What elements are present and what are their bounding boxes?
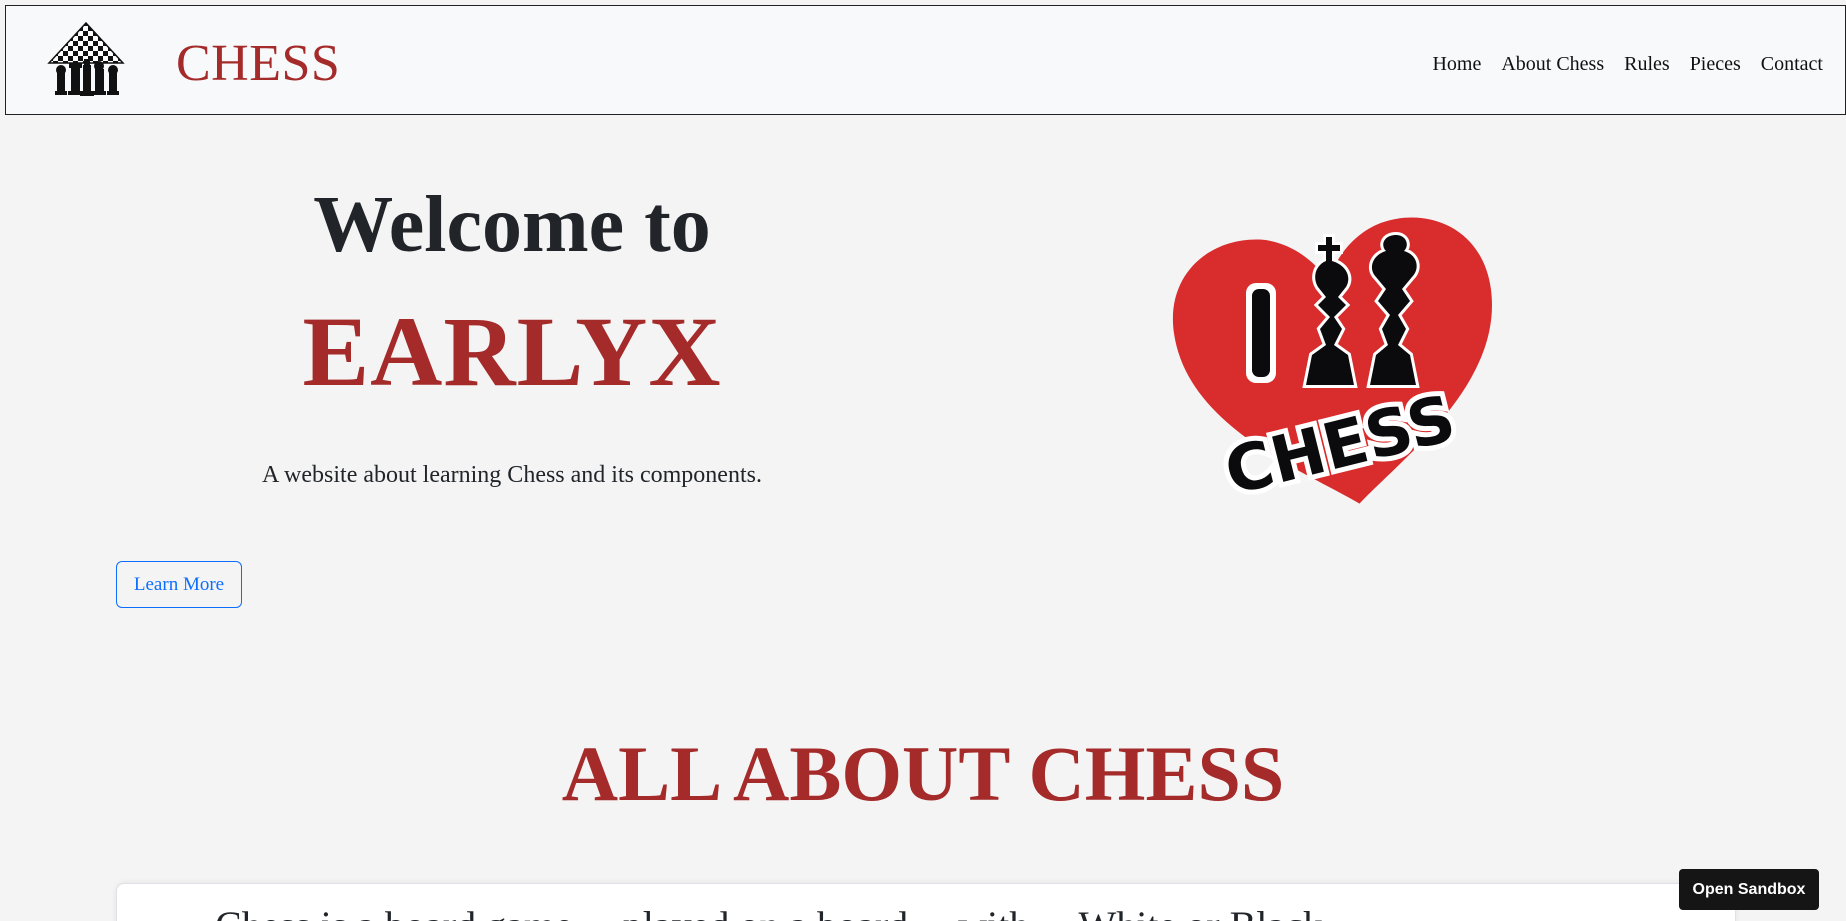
nav-link-home[interactable]: Home <box>1422 52 1491 76</box>
nav-link-pieces[interactable]: Pieces <box>1680 52 1751 76</box>
welcome-heading: Welcome to <box>313 181 711 269</box>
open-sandbox-button[interactable]: Open Sandbox <box>1679 869 1819 910</box>
chess-board-logo-icon[interactable] <box>43 21 129 101</box>
nav-links: Home About Chess Rules Pieces Contact <box>1422 52 1833 76</box>
i-love-chess-image: CHESS <box>1170 205 1510 515</box>
nav-link-contact[interactable]: Contact <box>1751 52 1833 76</box>
nav-link-about-chess[interactable]: About Chess <box>1491 52 1614 76</box>
nav-link-rules[interactable]: Rules <box>1614 52 1680 76</box>
brand-name[interactable]: CHESS <box>176 38 340 90</box>
site-name-heading: EARLYX <box>302 296 722 407</box>
navbar: CHESS Home About Chess Rules Pieces Cont… <box>5 5 1846 115</box>
about-card-text: Chess is a board game ... played on a bo… <box>215 906 1323 921</box>
about-card: Chess is a board game ... played on a bo… <box>116 883 1736 921</box>
section-title: ALL ABOUT CHESS <box>561 730 1285 817</box>
hero-tagline: A website about learning Chess and its c… <box>262 462 762 488</box>
learn-more-button[interactable]: Learn More <box>116 561 242 608</box>
